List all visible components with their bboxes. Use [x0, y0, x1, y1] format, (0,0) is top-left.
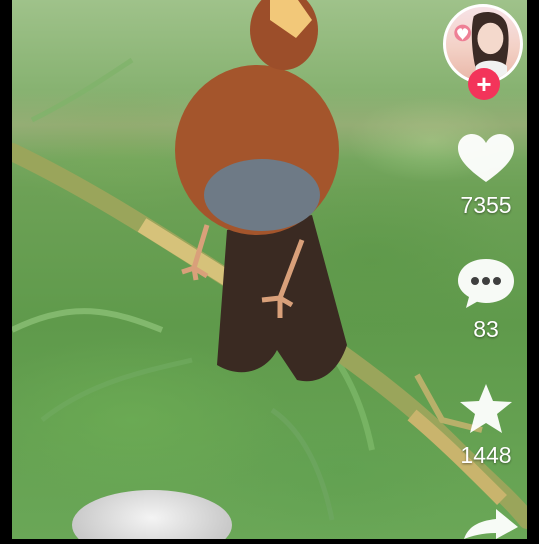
follow-button[interactable]: +	[468, 68, 500, 100]
star-icon	[460, 384, 512, 433]
comment-button[interactable]: 83	[455, 256, 517, 343]
heart-icon	[458, 134, 514, 182]
favorite-count: 1448	[460, 442, 512, 468]
favorite-button[interactable]: 1448	[455, 382, 517, 469]
like-count: 7355	[460, 192, 512, 218]
video-scene	[12, 0, 527, 529]
like-button[interactable]: 7355	[455, 132, 517, 219]
comment-bubble-icon	[458, 259, 514, 308]
plus-icon: +	[476, 69, 492, 99]
video-frame[interactable]	[12, 0, 527, 539]
share-arrow-icon	[464, 509, 518, 539]
comment-count: 83	[473, 316, 499, 342]
share-button[interactable]	[460, 505, 522, 539]
